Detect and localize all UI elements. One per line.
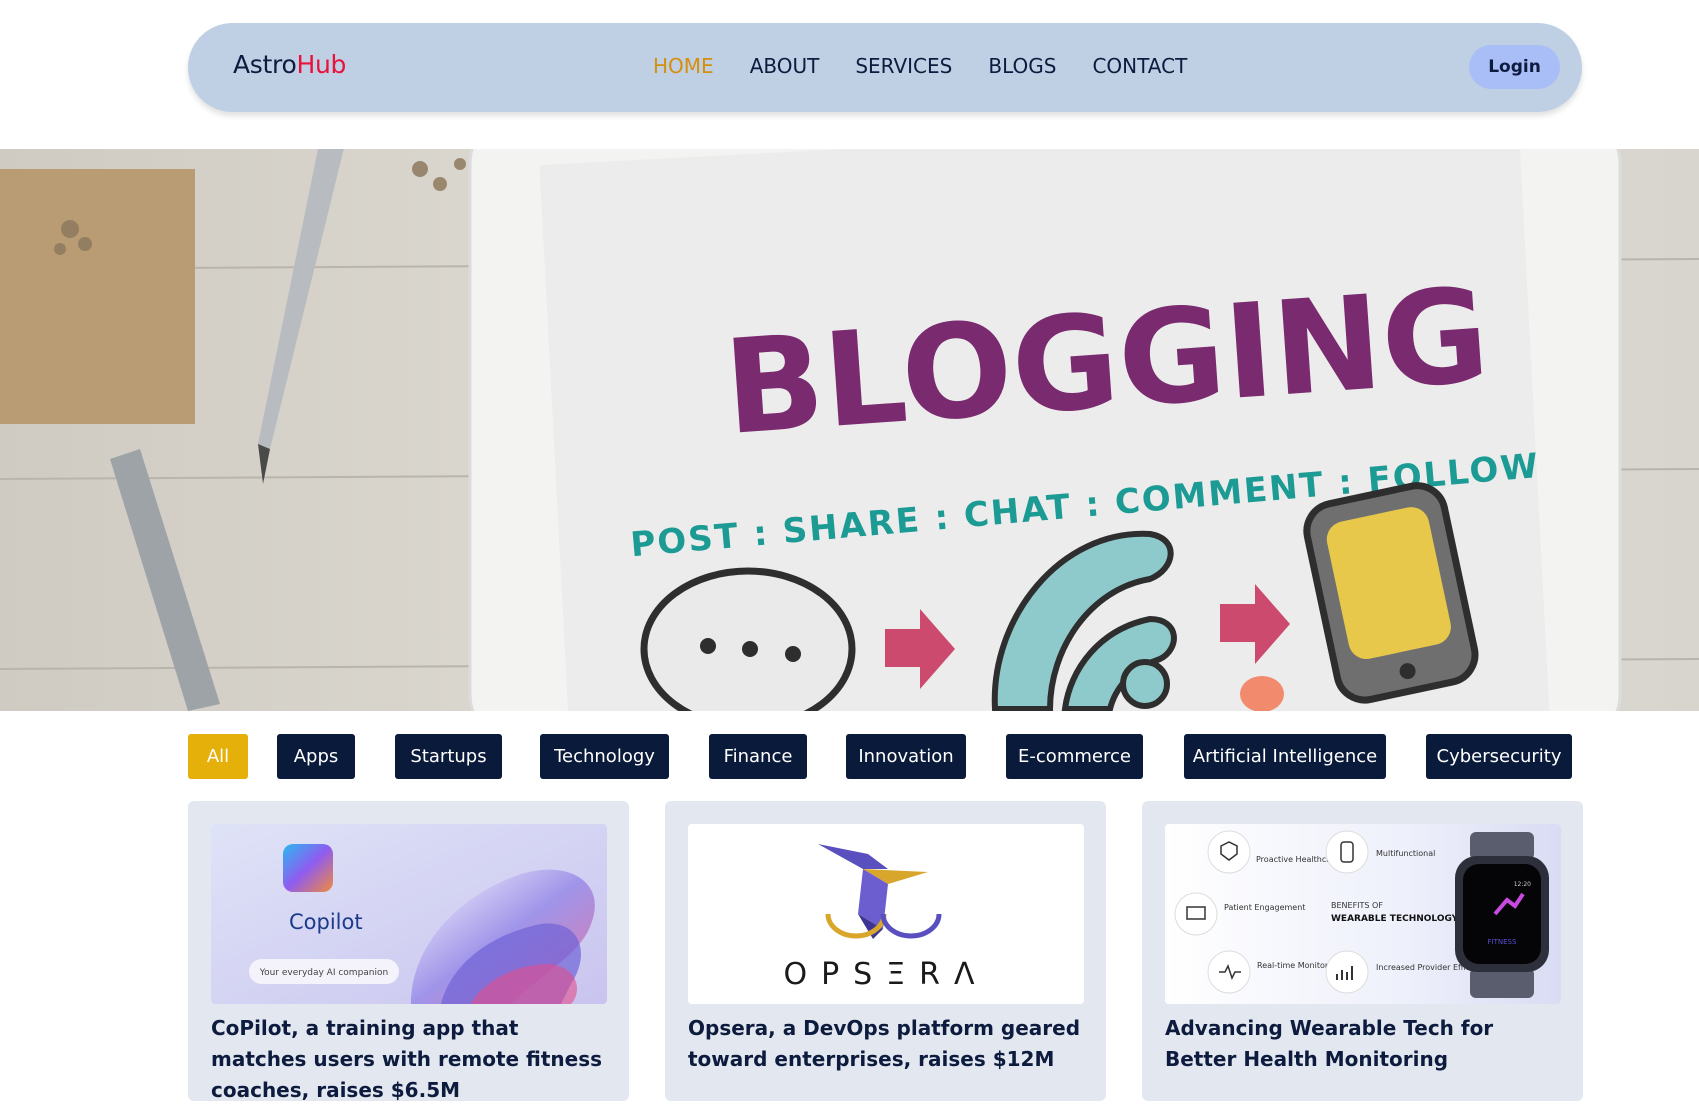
nav-link-blogs[interactable]: BLOGS [988, 54, 1056, 78]
brand-name-part2: Hub [296, 50, 347, 79]
card-thumbnail[interactable]: Proactive Healthcare Multifunctional Pat… [1165, 824, 1561, 1004]
nav-link-about[interactable]: ABOUT [750, 54, 820, 78]
card-title[interactable]: Opsera, a DevOps platform geared toward … [688, 1013, 1088, 1075]
chat-bubble-icon [640, 567, 856, 711]
svg-text:Multifunctional: Multifunctional [1376, 849, 1435, 858]
card-thumbnail[interactable]: Copilot Your everyday AI companion [211, 824, 607, 1004]
copilot-wordmark: Copilot [289, 910, 363, 934]
navbar: AstroHub HOME ABOUT SERVICES BLOGS CONTA… [188, 23, 1582, 112]
brand-name-part1: Astro [233, 50, 297, 79]
svg-text:WEARABLE TECHNOLOGY: WEARABLE TECHNOLOGY [1331, 914, 1459, 924]
filter-chip-startups[interactable]: Startups [395, 734, 502, 779]
opsera-thumbnail-image: OPSΞRΛ [688, 824, 1084, 1004]
filter-chip-apps[interactable]: Apps [277, 734, 355, 779]
blog-card[interactable]: Proactive Healthcare Multifunctional Pat… [1142, 801, 1583, 1101]
blog-card[interactable]: OPSΞRΛ Opsera, a DevOps platform geared … [665, 801, 1106, 1101]
category-filter-bar: All Apps Startups Technology Finance Inn… [188, 734, 1582, 779]
copilot-tagline: Your everyday AI companion [259, 968, 388, 978]
blog-card[interactable]: Copilot Your everyday AI companion CoPil… [188, 801, 629, 1102]
card-title[interactable]: Advancing Wearable Tech for Better Healt… [1165, 1013, 1565, 1075]
card-title[interactable]: CoPilot, a training app that matches use… [211, 1013, 611, 1106]
svg-text:BENEFITS OF: BENEFITS OF [1331, 901, 1383, 910]
hero-illustration: BLOGGING POST : SHARE : CHAT : COMMENT :… [0, 149, 1699, 711]
svg-text:FITNESS: FITNESS [1488, 938, 1517, 946]
filter-chip-ecommerce[interactable]: E-commerce [1006, 734, 1143, 779]
filter-chip-finance[interactable]: Finance [709, 734, 807, 779]
filter-chip-all[interactable]: All [188, 734, 248, 779]
login-button[interactable]: Login [1469, 45, 1560, 89]
filter-chip-artificial-intelligence[interactable]: Artificial Intelligence [1184, 734, 1386, 779]
envelope-shape [0, 169, 195, 424]
copilot-thumbnail-image: Copilot Your everyday AI companion [211, 824, 607, 1004]
wearable-thumbnail-image: Proactive Healthcare Multifunctional Pat… [1165, 824, 1561, 1004]
main-nav: HOME ABOUT SERVICES BLOGS CONTACT [653, 54, 1223, 78]
brand-logo[interactable]: AstroHub [233, 50, 346, 79]
copilot-logo-icon [283, 844, 333, 892]
filter-chip-technology[interactable]: Technology [540, 734, 669, 779]
hero-banner-image: BLOGGING POST : SHARE : CHAT : COMMENT :… [0, 149, 1699, 711]
svg-text:Patient Engagement: Patient Engagement [1224, 903, 1305, 912]
filter-chip-innovation[interactable]: Innovation [846, 734, 966, 779]
nav-link-contact[interactable]: CONTACT [1092, 54, 1187, 78]
svg-text:12:20: 12:20 [1514, 881, 1531, 888]
filter-chip-cybersecurity[interactable]: Cybersecurity [1426, 734, 1572, 779]
nav-link-services[interactable]: SERVICES [855, 54, 952, 78]
opsera-wordmark: OPSΞRΛ [783, 957, 988, 992]
card-thumbnail[interactable]: OPSΞRΛ [688, 824, 1084, 1004]
nav-link-home[interactable]: HOME [653, 54, 714, 78]
